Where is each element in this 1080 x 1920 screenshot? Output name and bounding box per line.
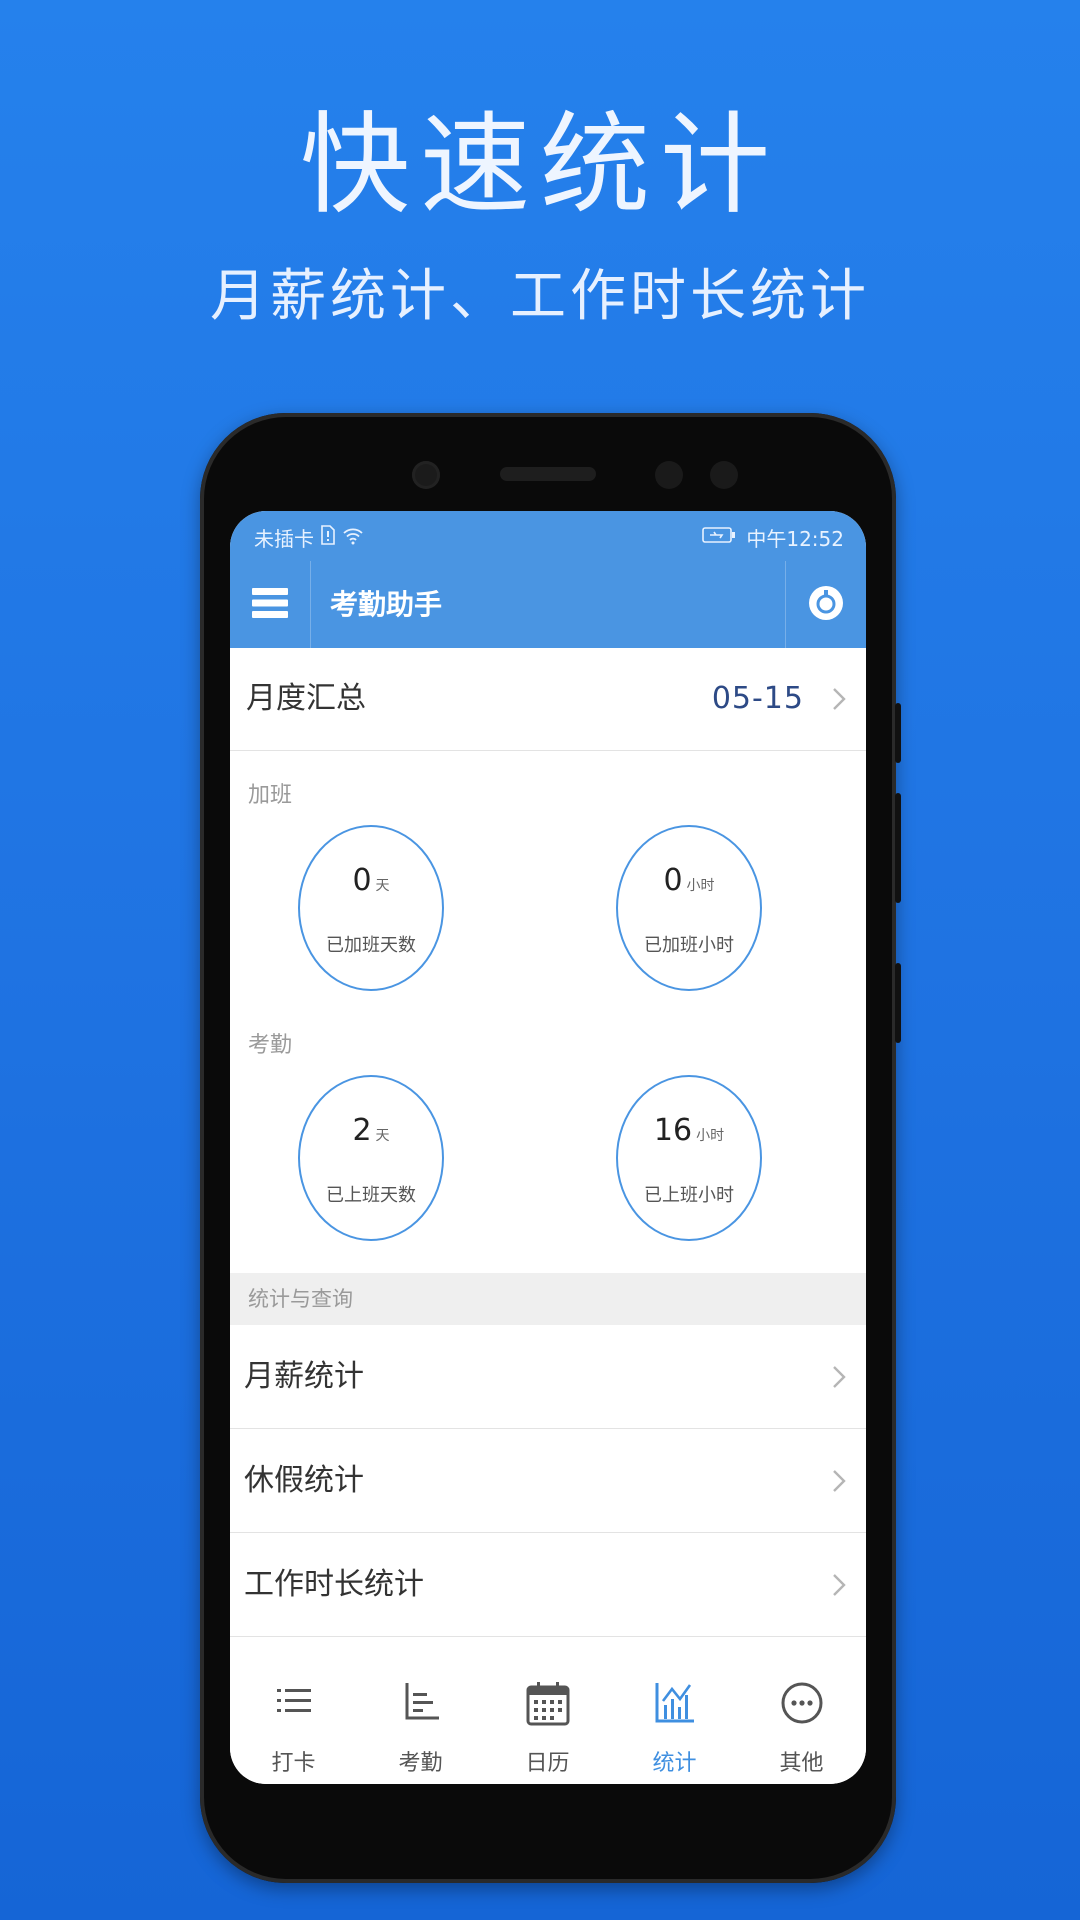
attendance-days-caption: 已上班天数 [326, 1185, 416, 1206]
statistics-icon [611, 1681, 738, 1735]
promo-title: 快速统计 [300, 101, 780, 229]
attendance-days-unit: 天 [375, 1128, 390, 1144]
overtime-section-label: 加班 [248, 783, 293, 808]
app-bar: 未插卡 中午12:52 考勤助手 [230, 511, 866, 648]
summary-date: 05-15 [711, 681, 804, 716]
battery-charging-icon [702, 525, 736, 550]
stats-section-title: 统计与查询 [248, 1287, 353, 1311]
overtime-hours-caption: 已加班小时 [644, 935, 734, 956]
tab-attendance[interactable]: 考勤 [357, 1639, 484, 1784]
tab-label: 日历 [525, 1751, 570, 1776]
wifi-icon [342, 526, 364, 550]
front-camera [412, 461, 440, 489]
attendance-days-stat: 2天 已上班天数 [298, 1075, 444, 1241]
attendance-hours-stat: 16 小时 已上班小时 [616, 1075, 762, 1241]
list-item-label: 月薪统计 [244, 1359, 364, 1394]
status-bar: 未插卡 中午12:52 [230, 511, 866, 561]
attendance-hours-caption: 已上班小时 [644, 1185, 734, 1206]
chevron-right-icon [832, 1325, 846, 1428]
promo-subtitle: 月薪统计、工作时长统计 [210, 264, 870, 329]
carrier-label: 未插卡 [254, 527, 314, 551]
overtime-hours-unit: 小时 [686, 878, 715, 894]
bottom-nav: 打卡 考勤 日历 统计 其他 [230, 1639, 866, 1784]
settings-icon [807, 584, 845, 626]
phone-frame: 未插卡 中午12:52 考勤助手 月度汇总 05-15 加班 0 天 已加班天数… [200, 413, 901, 1883]
power-button [895, 963, 901, 1043]
list-icon [230, 1681, 357, 1735]
side-button [895, 793, 901, 903]
clock-time: 中午12:52 [746, 527, 844, 551]
tab-more[interactable]: 其他 [738, 1639, 865, 1784]
toolbar: 考勤助手 [230, 561, 866, 648]
tab-label: 统计 [652, 1751, 697, 1776]
stats-section-header: 统计与查询 [230, 1273, 866, 1325]
tab-punch[interactable]: 打卡 [230, 1639, 357, 1784]
settings-button[interactable] [786, 561, 866, 648]
chevron-right-icon [832, 648, 846, 750]
sim-icon [320, 525, 336, 550]
volume-button [895, 703, 901, 763]
toolbar-divider [310, 561, 311, 648]
chevron-right-icon [832, 1533, 846, 1636]
monthly-summary-row[interactable]: 月度汇总 05-15 [230, 648, 866, 751]
monthly-summary-label: 月度汇总 [246, 681, 366, 716]
app-screen: 未插卡 中午12:52 考勤助手 月度汇总 05-15 加班 0 天 已加班天数… [230, 511, 866, 1784]
tab-statistics[interactable]: 统计 [611, 1639, 738, 1784]
list-item-label: 休假统计 [244, 1463, 364, 1498]
tab-label: 其他 [779, 1751, 824, 1776]
more-icon [738, 1681, 865, 1735]
hamburger-menu-icon [252, 587, 288, 623]
calendar-icon [484, 1681, 611, 1735]
chevron-right-icon [832, 1429, 846, 1532]
tab-label: 打卡 [271, 1751, 316, 1776]
overtime-days-value: 0 [352, 863, 372, 898]
sensor [655, 461, 683, 489]
sensor [710, 461, 738, 489]
overtime-days-stat: 0天 已加班天数 [298, 825, 444, 991]
attendance-hours-unit: 小时 [696, 1128, 725, 1144]
attendance-days-value: 2 [352, 1113, 372, 1148]
list-item-leave[interactable]: 休假统计 [230, 1429, 866, 1533]
overtime-days-unit: 天 [375, 878, 390, 894]
chart-axis-icon [357, 1681, 484, 1735]
earpiece-speaker [500, 467, 596, 481]
overtime-hours-value: 0 [663, 863, 683, 898]
app-title: 考勤助手 [330, 588, 443, 621]
list-item-label: 工作时长统计 [244, 1567, 424, 1602]
tab-calendar[interactable]: 日历 [484, 1639, 611, 1784]
tab-label: 考勤 [398, 1751, 443, 1776]
list-item-monthly-salary[interactable]: 月薪统计 [230, 1325, 866, 1429]
overtime-days-caption: 已加班天数 [326, 935, 416, 956]
overtime-hours-stat: 0 小时 已加班小时 [616, 825, 762, 991]
attendance-hours-value: 16 [653, 1113, 693, 1148]
menu-button[interactable] [230, 561, 310, 648]
list-item-work-hours[interactable]: 工作时长统计 [230, 1533, 866, 1637]
attendance-section-label: 考勤 [248, 1033, 293, 1058]
